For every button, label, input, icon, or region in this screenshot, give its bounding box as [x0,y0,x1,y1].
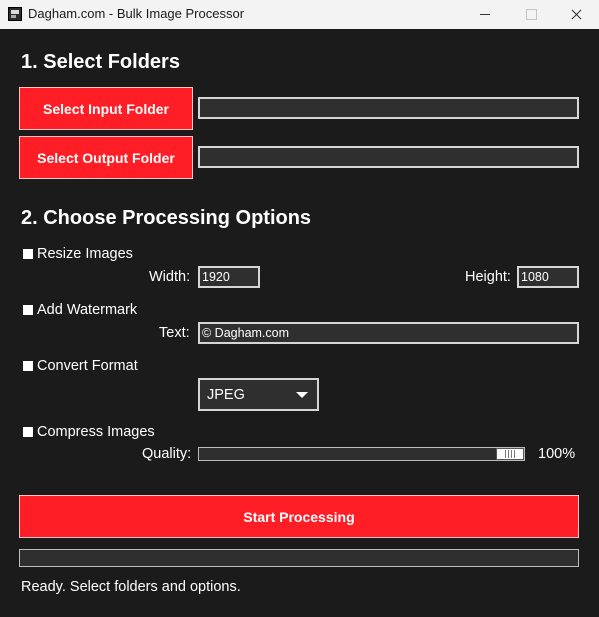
progress-bar [19,549,579,567]
add-watermark-checkbox[interactable] [23,305,33,315]
chevron-down-icon [296,392,308,398]
resize-images-checkbox-row[interactable]: Resize Images [23,246,133,262]
quality-label: Quality: [142,446,192,462]
quality-slider-handle[interactable] [496,448,524,460]
close-button[interactable] [553,0,599,29]
select-input-folder-button[interactable]: Select Input Folder [19,87,193,130]
resize-images-checkbox[interactable] [23,249,33,259]
compress-images-checkbox[interactable] [23,427,33,437]
minimize-button[interactable] [462,0,508,29]
status-text: Ready. Select folders and options. [21,579,241,595]
width-label: Width: [149,269,191,285]
select-output-folder-button[interactable]: Select Output Folder [19,136,193,179]
add-watermark-label: Add Watermark [37,302,138,318]
height-label: Height: [465,269,511,285]
height-input[interactable]: 1080 [517,266,579,288]
convert-format-label: Convert Format [37,358,138,374]
compress-images-checkbox-row[interactable]: Compress Images [23,424,155,440]
output-folder-field[interactable] [198,146,579,168]
quality-slider[interactable] [198,447,525,461]
app-icon [8,7,22,21]
convert-format-checkbox[interactable] [23,361,33,371]
width-input[interactable]: 1920 [198,266,260,288]
window-title: Dagham.com - Bulk Image Processor [28,6,245,21]
compress-images-label: Compress Images [37,424,155,440]
section-heading-folders: 1. Select Folders [21,51,180,73]
title-bar: Dagham.com - Bulk Image Processor [0,0,599,29]
start-processing-button[interactable]: Start Processing [19,495,579,538]
format-select[interactable]: JPEG [198,378,319,411]
format-select-value: JPEG [207,387,245,403]
input-folder-field[interactable] [198,97,579,119]
watermark-text-label: Text: [159,325,190,341]
convert-format-checkbox-row[interactable]: Convert Format [23,358,138,374]
add-watermark-checkbox-row[interactable]: Add Watermark [23,302,137,318]
quality-value: 100% [538,446,576,462]
resize-images-label: Resize Images [37,246,133,262]
watermark-text-input[interactable]: © Dagham.com [198,322,579,344]
maximize-button[interactable] [508,0,554,29]
section-heading-options: 2. Choose Processing Options [21,207,312,229]
